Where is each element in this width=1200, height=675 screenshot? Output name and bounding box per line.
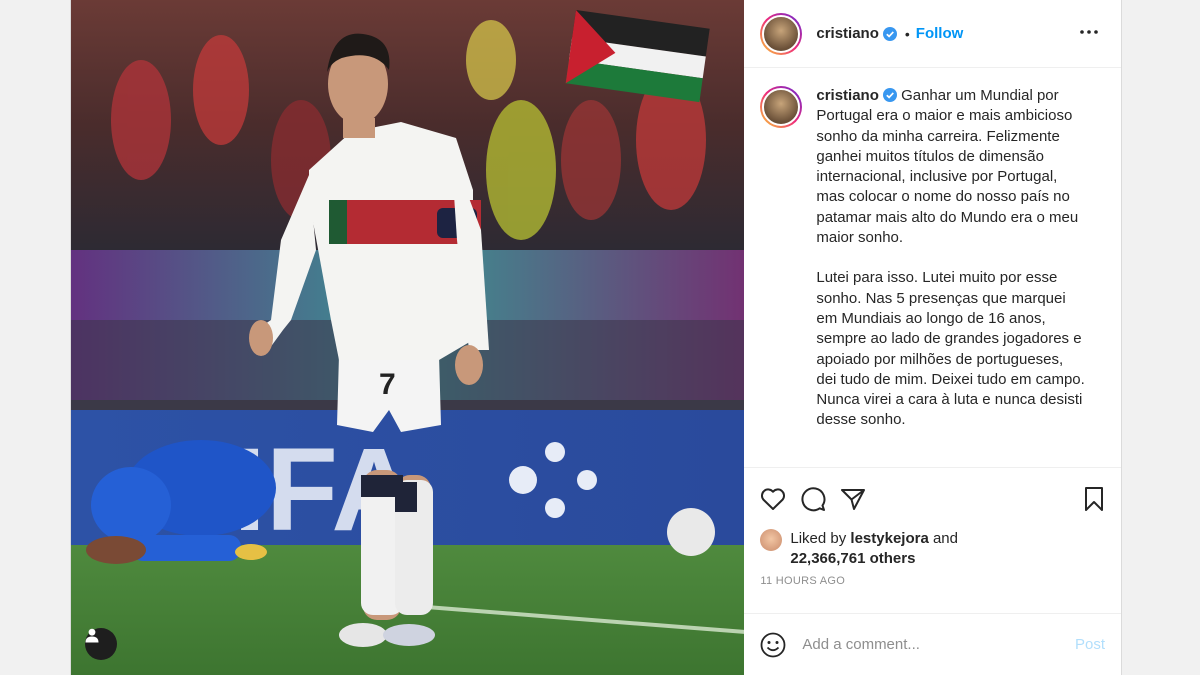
author-avatar[interactable] xyxy=(760,12,803,55)
action-bar xyxy=(744,467,1121,529)
follow-button[interactable]: Follow xyxy=(916,25,964,42)
comment-button[interactable] xyxy=(800,486,826,512)
author-username[interactable]: cristiano xyxy=(816,25,879,42)
photo-scene: FIFA 7 xyxy=(71,0,745,675)
caption-username[interactable]: cristiano xyxy=(816,87,879,104)
share-icon xyxy=(841,488,866,510)
likes-count[interactable]: 22,366,761 others xyxy=(790,550,915,567)
liked-by-user[interactable]: lestykejora xyxy=(850,530,928,547)
caption-paragraph-2: Lutei para isso. Lutei muito por esse so… xyxy=(816,269,1089,429)
verified-icon xyxy=(882,88,897,102)
like-button[interactable] xyxy=(760,487,786,511)
save-icon xyxy=(1085,487,1103,511)
comment-box: Post xyxy=(744,613,1121,675)
liked-by-prefix: Liked by xyxy=(790,530,847,547)
more-icon[interactable] xyxy=(1079,22,1099,42)
liker-avatar[interactable] xyxy=(760,529,783,551)
post-comment-button[interactable]: Post xyxy=(1075,636,1105,653)
post-side-panel: cristiano • Follow cristiano Ganhar um M… xyxy=(744,0,1121,675)
verified-icon xyxy=(882,26,897,41)
comment-icon xyxy=(801,486,826,511)
caption-avatar[interactable] xyxy=(760,86,803,128)
header-separator: • xyxy=(904,25,910,42)
post-timestamp[interactable]: 11 HOURS AGO xyxy=(744,569,1121,613)
likes-summary: Liked by lestykejora and 22,366,761 othe… xyxy=(744,529,1121,569)
comment-input[interactable] xyxy=(802,636,1043,653)
post-photo[interactable]: FIFA 7 xyxy=(71,0,745,675)
tagged-users-button[interactable] xyxy=(85,628,117,660)
tagged-user-icon xyxy=(85,628,99,643)
post-caption: cristiano Ganhar um Mundial por Portugal… xyxy=(744,68,1121,467)
share-button[interactable] xyxy=(840,487,866,511)
post-container: FIFA 7 cristiano • Follow cristiano Ganh… xyxy=(70,0,1122,675)
caption-paragraph-1: Ganhar um Mundial por Portugal era o mai… xyxy=(816,87,1083,247)
emoji-icon[interactable] xyxy=(760,632,786,658)
shorts-number: 7 xyxy=(379,368,396,401)
save-button[interactable] xyxy=(1083,486,1105,517)
heart-icon xyxy=(761,487,786,510)
liked-by-and: and xyxy=(932,530,958,547)
post-header: cristiano • Follow xyxy=(744,0,1121,68)
